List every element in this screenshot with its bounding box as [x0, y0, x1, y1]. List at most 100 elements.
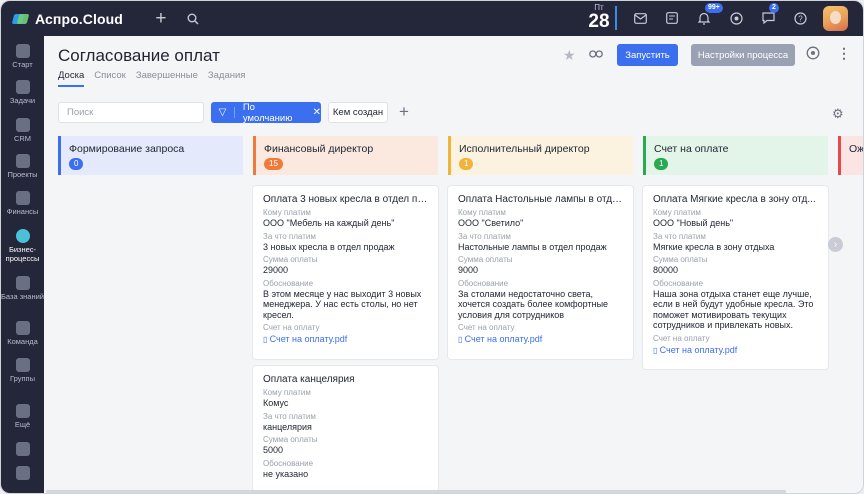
sidebar-item-start[interactable]: Старт: [1, 44, 44, 69]
default-filter-chip[interactable]: ▽ По умолчанию ✕: [211, 101, 321, 124]
field-label: Сумма оплаты: [263, 435, 318, 444]
sidebar-item-knowledge-base[interactable]: База знаний: [1, 276, 44, 301]
sidebar-support-item[interactable]: [1, 466, 44, 482]
add-filter-icon[interactable]: +: [399, 102, 409, 122]
invoice-file-link[interactable]: Счет на оплату.pdf: [263, 334, 428, 344]
star-icon[interactable]: ★: [563, 47, 576, 64]
sidebar-tool-item[interactable]: [1, 442, 44, 458]
view-tabs: Доска Список Завершенные Задания: [58, 70, 245, 87]
tab-board[interactable]: Доска: [58, 70, 85, 87]
app-name: Аспро.Cloud: [35, 10, 123, 27]
column-count: 15: [264, 158, 283, 170]
filter-icon: ▽: [211, 107, 235, 118]
tab-completed[interactable]: Завершенные: [136, 70, 198, 87]
field-value: не указано: [263, 468, 309, 479]
field-label: Счет на оплату: [653, 333, 710, 343]
search-icon[interactable]: [182, 8, 204, 30]
sidebar-item-more[interactable]: Ещё: [1, 404, 44, 429]
user-avatar[interactable]: [823, 6, 848, 31]
column-header[interactable]: Ож: [838, 136, 864, 175]
process-card[interactable]: Оплата Мягкие кресла в зону отд... Кому …: [643, 186, 828, 369]
start-icon: [15, 44, 30, 58]
filter-label: По умолчанию: [242, 101, 293, 124]
card-title: Оплата Мягкие кресла в зону отд...: [653, 194, 816, 205]
widgets-icon[interactable]: [725, 7, 747, 29]
card-title: Оплата Настольные лампы в отде...: [458, 194, 623, 205]
tab-jobs[interactable]: Задания: [208, 70, 246, 87]
field-label: За что платим: [653, 231, 706, 241]
column-header[interactable]: Финансовый директор 15: [253, 136, 438, 175]
sidebar-item-projects[interactable]: Проекты: [1, 154, 44, 179]
column-header[interactable]: Формирование запроса 0: [58, 136, 243, 175]
close-icon[interactable]: ✕: [313, 107, 321, 118]
mail-icon[interactable]: [629, 7, 651, 29]
sidebar-item-groups[interactable]: Группы: [1, 358, 44, 383]
date-widget[interactable]: Пт 28: [586, 3, 612, 32]
process-card[interactable]: Оплата канцелярия Кому платим Комус За ч…: [253, 366, 438, 491]
card-title: Оплата канцелярия: [263, 374, 355, 385]
sidebar-item-label: Проекты: [7, 170, 38, 179]
scroll-right-icon[interactable]: ›: [828, 237, 843, 252]
invoice-file-link[interactable]: Счет на оплату.pdf: [458, 334, 623, 344]
notes-icon[interactable]: [661, 7, 683, 29]
sidebar-item-finance[interactable]: Финансы: [1, 191, 44, 216]
sidebar-item-business-processes[interactable]: Бизнес-процессы: [1, 229, 44, 263]
notifications-badge: 99+: [705, 3, 723, 13]
field-value: Настольные лампы в отдел продаж: [458, 241, 607, 252]
field-value: 29000: [263, 265, 289, 275]
process-icon[interactable]: [806, 46, 820, 63]
projects-icon: [15, 154, 30, 168]
date-day: 28: [588, 11, 610, 32]
team-icon: [15, 321, 30, 335]
finance-icon: [15, 191, 30, 205]
process-card[interactable]: Оплата Настольные лампы в отде... Кому п…: [448, 186, 633, 359]
sidebar: Старт Задачи CRM Проекты Финансы Бизнес-…: [1, 36, 44, 493]
column-header[interactable]: Исполнительный директор 1: [448, 136, 633, 175]
sidebar-item-team[interactable]: Команда: [1, 321, 44, 346]
column-count: 1: [459, 158, 474, 170]
created-by-filter[interactable]: Кем создан: [328, 102, 388, 123]
top-bar: Аспро.Cloud + Пт 28 99+ 2 ?: [1, 1, 863, 36]
field-label: Счет на оплату: [458, 323, 515, 332]
plus-icon[interactable]: +: [150, 8, 172, 30]
messages-badge: 2: [769, 3, 779, 13]
field-value: ООО "Светило": [458, 218, 524, 228]
horizontal-scrollbar[interactable]: [46, 490, 786, 493]
business-processes-icon: [15, 229, 30, 243]
help-icon[interactable]: ?: [789, 7, 811, 29]
field-label: Счет на оплату: [263, 323, 320, 332]
board-settings-icon[interactable]: ⚙: [832, 106, 844, 122]
bell-icon[interactable]: 99+: [693, 3, 723, 29]
field-label: Кому платим: [263, 388, 311, 397]
column-title: Исполнительный директор: [459, 143, 590, 155]
app-logo[interactable]: Аспро.Cloud: [13, 11, 123, 27]
process-card[interactable]: Оплата 3 новых кресла в отдел пр... Кому…: [253, 186, 438, 359]
sidebar-item-crm[interactable]: CRM: [1, 118, 44, 143]
column-count: 0: [69, 158, 84, 170]
field-label: Кому платим: [263, 208, 311, 217]
chat-icon[interactable]: 2: [757, 3, 779, 29]
field-value: 80000: [653, 265, 679, 275]
sidebar-item-label: Финансы: [6, 207, 39, 216]
field-value: Мягкие кресла в зону отдыха: [653, 241, 775, 252]
field-label: Обоснование: [263, 458, 314, 468]
run-button[interactable]: Запустить: [617, 44, 678, 66]
field-value: ООО "Мебель на каждый день": [263, 218, 395, 228]
sidebar-item-tasks[interactable]: Задачи: [1, 80, 44, 105]
sidebar-item-label: Бизнес-процессы: [5, 245, 40, 263]
link-icon[interactable]: [589, 47, 603, 62]
field-label: Сумма оплаты: [263, 255, 318, 264]
search-input[interactable]: Поиск: [58, 102, 204, 123]
process-settings-button[interactable]: Настройки процесса: [691, 44, 795, 66]
card-title: Оплата 3 новых кресла в отдел пр...: [263, 194, 428, 205]
more-vertical-icon[interactable]: ⋮: [837, 45, 851, 62]
sidebar-item-label: Ещё: [14, 420, 31, 429]
column-title: Ож: [849, 143, 864, 155]
date-divider: [615, 6, 617, 30]
tab-list[interactable]: Список: [94, 70, 126, 87]
invoice-file-link[interactable]: Счет на оплату.pdf: [653, 345, 818, 355]
column-header[interactable]: Счет на оплате 1: [643, 136, 828, 175]
field-label: За что платим: [263, 411, 316, 421]
sidebar-item-label: Группы: [10, 374, 35, 383]
field-value: 3 новых кресла в отдел продаж: [263, 241, 395, 252]
